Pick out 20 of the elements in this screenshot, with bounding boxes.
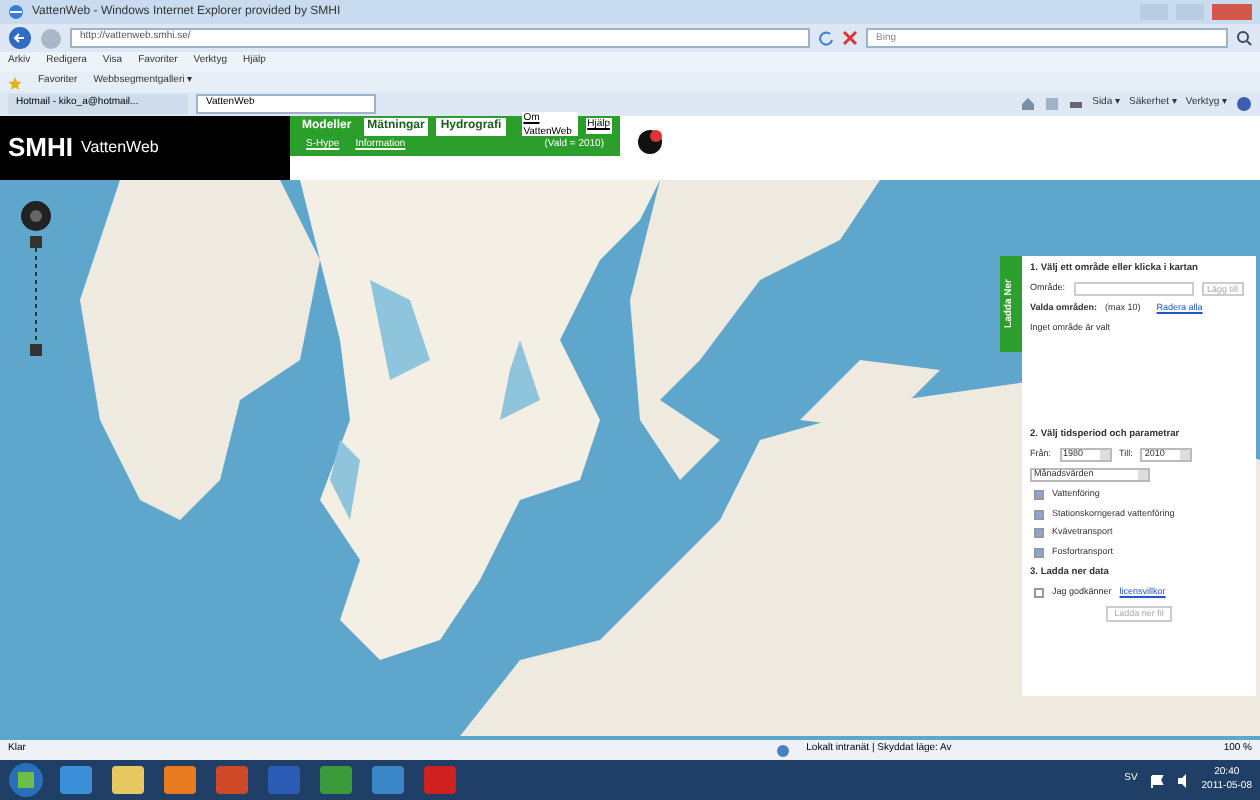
home-icon [1020,96,1037,112]
checkbox[interactable] [1034,528,1044,539]
stop-icon [842,30,858,46]
start-button-icon [8,762,44,798]
app-name: VattenWeb [81,136,159,160]
speaker-icon [1175,773,1190,787]
pan-control-icon [20,200,52,232]
search-icon [1236,30,1252,46]
back-icon [8,26,32,50]
star-icon [8,75,22,89]
checkbox[interactable] [1034,489,1044,500]
checkbox[interactable] [1034,509,1044,519]
refresh-icon [818,30,834,46]
flag-icon [1149,773,1164,787]
area-field[interactable] [1073,282,1194,297]
checkbox[interactable] [1034,548,1044,558]
checkbox[interactable] [1034,587,1044,598]
round-logo-icon [636,128,664,156]
zoom-slider-icon [30,236,42,356]
smhi-logo: SMHI [8,130,73,167]
